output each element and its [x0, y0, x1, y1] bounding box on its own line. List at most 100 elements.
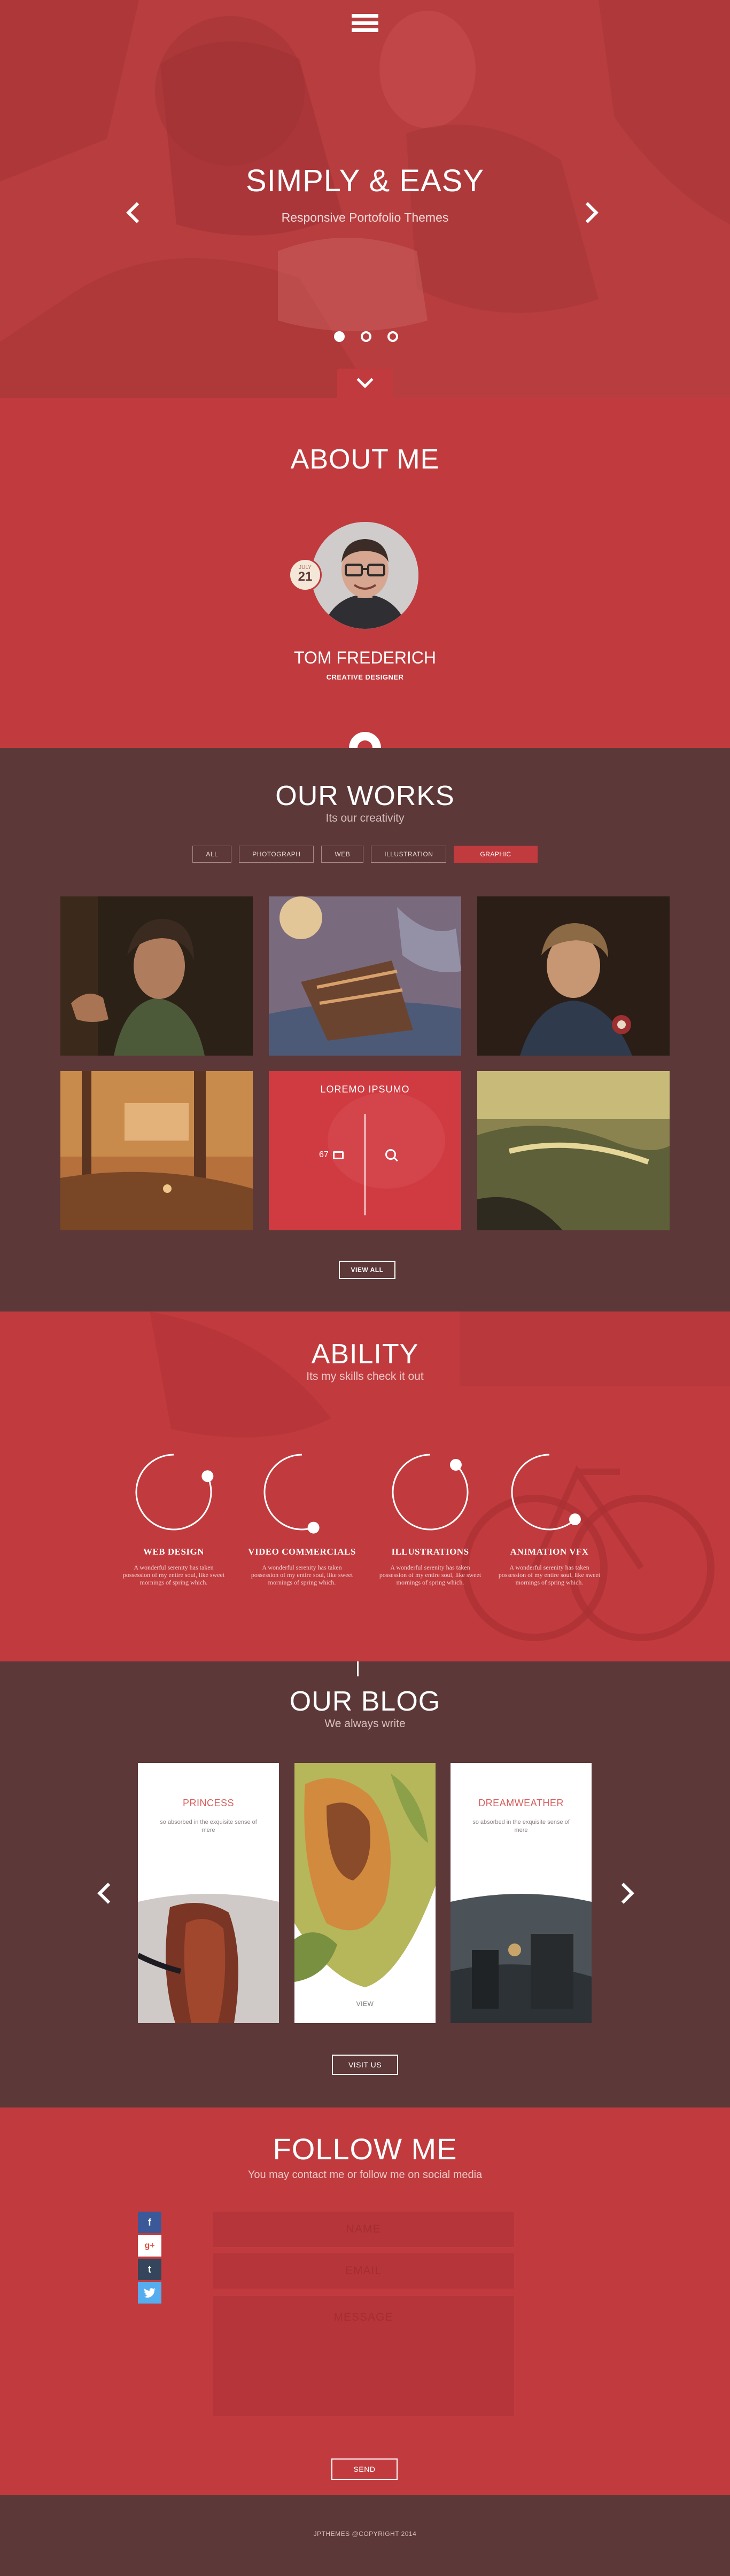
date-badge: JULY 21 [289, 558, 322, 591]
skill-progress-ring [263, 1454, 320, 1534]
ability-subtitle: Its my skills check it out [306, 1370, 424, 1383]
slider-dot[interactable] [334, 331, 345, 342]
google-plus-icon[interactable]: g+ [138, 2235, 161, 2257]
section-divider-circle [349, 732, 381, 748]
filter-web-button[interactable]: WEB [321, 846, 364, 863]
work-tile[interactable] [477, 1071, 670, 1230]
blog-section: OUR BLOG We always write PRINCESS so abs… [0, 1661, 730, 2107]
blog-prev-arrow-icon[interactable] [97, 1883, 119, 1904]
ability-section: ABILITY Its my skills check it out WEB D… [0, 1312, 730, 1661]
skill-name: VIDEO COMMERCIALS [248, 1547, 356, 1557]
work-image [477, 896, 670, 1056]
skill-progress-ring [392, 1454, 469, 1531]
skill-name: ILLUSTRATIONS [391, 1547, 469, 1557]
blog-next-arrow-icon[interactable] [613, 1883, 634, 1904]
work-tile[interactable] [60, 896, 253, 1056]
skill-description: A wonderful serenity has taken possessio… [498, 1564, 601, 1586]
skill-progress-knob [307, 1521, 320, 1534]
blog-card[interactable]: VIEW [294, 1763, 436, 2023]
skill-progress-knob [449, 1458, 462, 1471]
hamburger-bar [352, 28, 378, 32]
tumblr-icon[interactable]: t [138, 2259, 161, 2280]
work-image [60, 1071, 253, 1230]
scroll-down-button[interactable] [337, 369, 393, 398]
view-all-button[interactable]: VIEW ALL [339, 1261, 395, 1279]
works-filter-bar: ALL PHOTOGRAPH WEB ILLUSTRATION GRAPHIC [0, 846, 730, 863]
blog-card-title: PRINCESS [182, 1798, 235, 1808]
filter-graphic-button[interactable]: GRAPHIC [454, 846, 538, 863]
skill-description: A wonderful serenity has taken possessio… [379, 1564, 482, 1586]
hero-slider: SIMPLY & EASY Responsive Portofolio Them… [0, 0, 730, 398]
avatar [312, 522, 418, 629]
skill-progress-arc [511, 1454, 576, 1531]
work-tile[interactable] [477, 896, 670, 1056]
skill-item: WEB DESIGN A wonderful serenity has take… [115, 1449, 232, 1586]
about-section: ABOUT ME JULY 21 TOM FREDERICH CREATIVE … [0, 398, 730, 748]
menu-toggle-button[interactable] [352, 11, 378, 35]
hamburger-bar [352, 14, 378, 18]
blog-card-view-link[interactable]: VIEW [294, 2000, 436, 2008]
work-tile[interactable] [269, 896, 461, 1056]
work-tile[interactable] [60, 1071, 253, 1230]
follow-title: FOLLOW ME [273, 2132, 457, 2166]
work-tile-title: LOREMO IPSUMO [320, 1084, 410, 1095]
copyright-text: JPTHEMES @COPYRIGHT 2014 [313, 2530, 417, 2538]
blog-card-image [294, 1763, 436, 1993]
about-title: ABOUT ME [290, 444, 440, 475]
work-image [269, 896, 461, 1056]
skill-progress-knob [201, 1470, 214, 1482]
work-count: 67 [319, 1150, 344, 1160]
blog-card-excerpt: so absorbed in the exquisite sense of me… [472, 1819, 570, 1833]
blog-card-image [451, 1894, 592, 2023]
skill-progress-ring [135, 1454, 214, 1531]
work-count-value: 67 [319, 1150, 329, 1159]
skill-progress-ring [511, 1454, 581, 1531]
zoom-icon[interactable] [385, 1149, 396, 1160]
slider-dot[interactable] [387, 331, 398, 342]
filter-photograph-button[interactable]: PHOTOGRAPH [239, 846, 314, 863]
folder-icon [332, 1151, 344, 1159]
work-image [60, 896, 253, 1056]
filter-all-button[interactable]: ALL [192, 846, 232, 863]
blog-card-image [138, 1894, 279, 2023]
skill-progress-knob [569, 1513, 581, 1526]
slider-dot[interactable] [361, 331, 371, 342]
follow-section: FOLLOW ME You may contact me or follow m… [0, 2107, 730, 2495]
skill-description: A wonderful serenity has taken possessio… [251, 1564, 353, 1586]
blog-card[interactable]: DREAMWEATHER so absorbed in the exquisit… [451, 1763, 592, 2023]
send-button[interactable]: SEND [331, 2458, 398, 2480]
skill-item: ILLUSTRATIONS A wonderful serenity has t… [371, 1449, 489, 1586]
blog-title: OUR BLOG [289, 1686, 441, 1717]
skill-progress-arc [263, 1454, 314, 1531]
email-field[interactable] [213, 2253, 514, 2289]
work-tile-hover[interactable]: LOREMO IPSUMO 67 [269, 1071, 461, 1230]
skill-item: ANIMATION VFX A wonderful serenity has t… [491, 1449, 608, 1586]
visit-us-button[interactable]: VISIT US [332, 2055, 398, 2075]
skill-progress-arc [135, 1454, 212, 1531]
blog-card[interactable]: PRINCESS so absorbed in the exquisite se… [138, 1763, 279, 2023]
filter-illustration-button[interactable]: ILLUSTRATION [371, 846, 447, 863]
follow-subtitle: You may contact me or follow me on socia… [247, 2169, 483, 2181]
message-field[interactable] [213, 2296, 514, 2416]
date-day: 21 [298, 569, 313, 584]
works-title: OUR WORKS [275, 780, 455, 811]
profile-role: CREATIVE DESIGNER [326, 673, 404, 681]
hero-subtitle: Responsive Portofolio Themes [281, 210, 449, 224]
profile-name: TOM FREDERICH [293, 648, 437, 667]
name-field[interactable] [213, 2212, 514, 2247]
twitter-icon[interactable] [138, 2282, 161, 2304]
work-image [477, 1071, 670, 1230]
skill-name: ANIMATION VFX [510, 1547, 589, 1557]
works-section: OUR WORKS Its our creativity ALL PHOTOGR… [0, 748, 730, 1312]
skill-item: VIDEO COMMERCIALS A wonderful serenity h… [243, 1449, 361, 1586]
skill-name: WEB DESIGN [143, 1547, 205, 1557]
hero-title: SIMPLY & EASY [245, 163, 485, 198]
ability-title: ABILITY [311, 1339, 419, 1370]
skill-description: A wonderful serenity has taken possessio… [122, 1564, 225, 1586]
facebook-icon[interactable]: f [138, 2212, 161, 2233]
section-connector-line [357, 1661, 359, 1676]
blog-card-excerpt: so absorbed in the exquisite sense of me… [160, 1819, 257, 1833]
slider-pagination [334, 331, 398, 342]
social-links: f g+ t [138, 2212, 161, 2306]
footer: JPTHEMES @COPYRIGHT 2014 [0, 2495, 730, 2576]
